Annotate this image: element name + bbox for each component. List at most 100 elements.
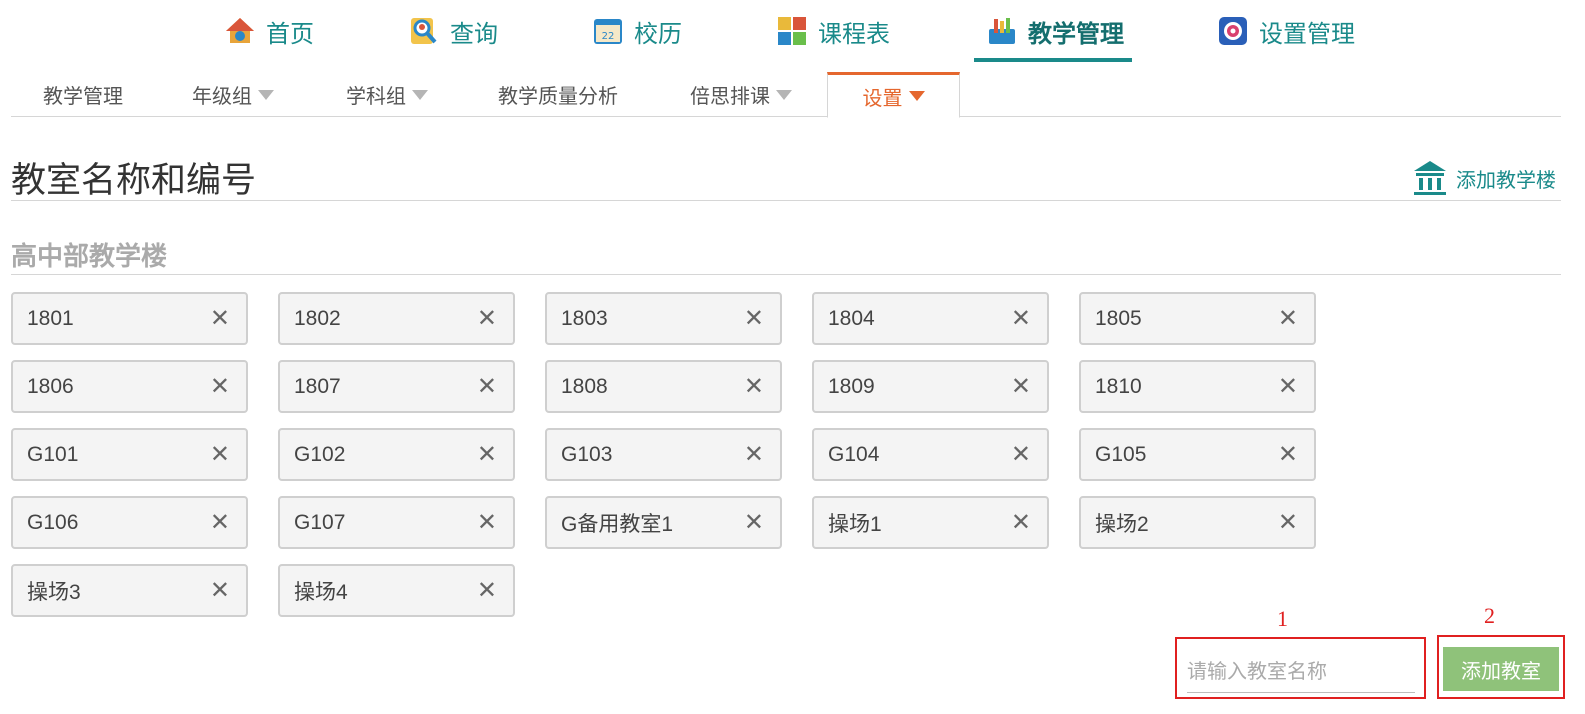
building-icon xyxy=(1414,161,1446,195)
page-title: 教室名称和编号 xyxy=(11,161,257,200)
room-name: G107 xyxy=(294,510,346,534)
add-building-button[interactable]: 添加教学楼 xyxy=(1412,158,1556,198)
dropdown-triangle-icon xyxy=(412,89,428,100)
room-tag[interactable]: 1808 ✕ xyxy=(545,360,782,413)
remove-room-close-icon[interactable]: ✕ xyxy=(477,510,497,535)
remove-room-close-icon[interactable]: ✕ xyxy=(477,306,497,331)
room-tag[interactable]: 操场2 ✕ xyxy=(1079,496,1316,549)
room-tag[interactable]: G103 ✕ xyxy=(545,428,782,481)
remove-room-close-icon[interactable]: ✕ xyxy=(210,578,230,603)
nav-item-home[interactable]: 首页 xyxy=(224,0,314,62)
room-tag[interactable]: 操场4 ✕ xyxy=(278,564,515,617)
room-tag[interactable]: 1803 ✕ xyxy=(545,292,782,345)
subtab-teaching-management[interactable]: 教学管理 xyxy=(11,72,155,117)
dropdown-triangle-icon xyxy=(258,89,274,100)
top-navigation: 首页 查询 22 校历 课程表 教学管理 设置管理 xyxy=(0,0,1585,62)
nav-item-settings[interactable]: 设置管理 xyxy=(1217,0,1355,62)
remove-room-close-icon[interactable]: ✕ xyxy=(744,374,764,399)
nav-item-teaching-management[interactable]: 教学管理 xyxy=(974,0,1132,62)
remove-room-close-icon[interactable]: ✕ xyxy=(744,442,764,467)
remove-room-close-icon[interactable]: ✕ xyxy=(1011,374,1031,399)
annotation-marker-2: 2 xyxy=(1484,603,1495,628)
room-tag[interactable]: G106 ✕ xyxy=(11,496,248,549)
room-name-input[interactable] xyxy=(1187,653,1415,693)
nav-item-calendar[interactable]: 22 校历 xyxy=(592,0,682,62)
subtab-label: 学科组 xyxy=(346,86,406,108)
nav-label-settings: 设置管理 xyxy=(1259,20,1355,48)
remove-room-close-icon[interactable]: ✕ xyxy=(1278,442,1298,467)
room-name: 1801 xyxy=(27,306,74,330)
room-name: 操场4 xyxy=(294,580,348,604)
remove-room-close-icon[interactable]: ✕ xyxy=(1011,442,1031,467)
room-tag[interactable]: 操场1 ✕ xyxy=(812,496,1049,549)
remove-room-close-icon[interactable]: ✕ xyxy=(210,510,230,535)
subtab-label: 教学质量分析 xyxy=(498,86,618,108)
room-tag[interactable]: G107 ✕ xyxy=(278,496,515,549)
room-tag[interactable]: G102 ✕ xyxy=(278,428,515,481)
sub-tabs: 教学管理 年级组 学科组 教学质量分析 倍思排课 设置 xyxy=(11,72,1561,118)
room-name: 1810 xyxy=(1095,374,1142,398)
room-name: 1806 xyxy=(27,374,74,398)
nav-label-teaching-management: 教学管理 xyxy=(1028,20,1124,48)
room-name: G备用教室1 xyxy=(561,512,674,536)
add-room-button[interactable]: 添加教室 xyxy=(1443,647,1559,691)
remove-room-close-icon[interactable]: ✕ xyxy=(744,510,764,535)
calendar-icon: 22 xyxy=(594,19,622,44)
room-tag[interactable]: 1805 ✕ xyxy=(1079,292,1316,345)
room-tag[interactable]: 1801 ✕ xyxy=(11,292,248,345)
room-tag[interactable]: 1806 ✕ xyxy=(11,360,248,413)
subtab-subject-group[interactable]: 学科组 xyxy=(327,72,447,117)
subtab-scheduling[interactable]: 倍思排课 xyxy=(671,72,811,117)
subtab-grade-group[interactable]: 年级组 xyxy=(173,72,293,117)
room-tag[interactable]: G备用教室1 ✕ xyxy=(545,496,782,549)
room-name: G104 xyxy=(828,442,880,466)
room-name: G106 xyxy=(27,510,79,534)
room-tag[interactable]: 1809 ✕ xyxy=(812,360,1049,413)
room-tag[interactable]: 1810 ✕ xyxy=(1079,360,1316,413)
remove-room-close-icon[interactable]: ✕ xyxy=(744,306,764,331)
nav-label-timetable: 课程表 xyxy=(818,20,890,48)
room-name: 1804 xyxy=(828,306,875,330)
building-section-title: 高中部教学楼 xyxy=(11,241,168,271)
svg-text:22: 22 xyxy=(602,31,615,42)
timetable-icon xyxy=(778,17,806,45)
room-tag[interactable]: G101 ✕ xyxy=(11,428,248,481)
subtab-label: 倍思排课 xyxy=(690,86,770,108)
add-room-button-highlight: 添加教室 xyxy=(1437,635,1565,699)
remove-room-close-icon[interactable]: ✕ xyxy=(210,374,230,399)
nav-label-home: 首页 xyxy=(266,20,314,48)
remove-room-close-icon[interactable]: ✕ xyxy=(477,374,497,399)
room-name: 操场1 xyxy=(828,512,882,536)
subtab-label: 教学管理 xyxy=(43,86,123,108)
subtab-label: 设置 xyxy=(862,87,903,110)
nav-item-query[interactable]: 查询 xyxy=(408,0,498,62)
remove-room-close-icon[interactable]: ✕ xyxy=(1011,510,1031,535)
teaching-management-icon xyxy=(989,18,1015,44)
nav-label-calendar: 校历 xyxy=(634,20,682,48)
remove-room-close-icon[interactable]: ✕ xyxy=(1011,306,1031,331)
room-tag[interactable]: 1804 ✕ xyxy=(812,292,1049,345)
subtab-settings[interactable]: 设置 xyxy=(827,72,960,118)
room-tag[interactable]: 1807 ✕ xyxy=(278,360,515,413)
remove-room-close-icon[interactable]: ✕ xyxy=(1278,510,1298,535)
remove-room-close-icon[interactable]: ✕ xyxy=(477,442,497,467)
settings-icon xyxy=(1219,17,1247,45)
subtab-quality-analysis[interactable]: 教学质量分析 xyxy=(483,72,633,117)
remove-room-close-icon[interactable]: ✕ xyxy=(1278,374,1298,399)
room-name: G102 xyxy=(294,442,346,466)
remove-room-close-icon[interactable]: ✕ xyxy=(210,442,230,467)
room-tag[interactable]: G104 ✕ xyxy=(812,428,1049,481)
remove-room-close-icon[interactable]: ✕ xyxy=(1278,306,1298,331)
home-icon xyxy=(226,18,254,43)
room-name: 1809 xyxy=(828,374,875,398)
nav-label-query: 查询 xyxy=(450,20,498,48)
room-tag[interactable]: G105 ✕ xyxy=(1079,428,1316,481)
remove-room-close-icon[interactable]: ✕ xyxy=(210,306,230,331)
nav-item-timetable[interactable]: 课程表 xyxy=(776,0,890,62)
room-tag[interactable]: 操场3 ✕ xyxy=(11,564,248,617)
search-person-icon xyxy=(411,18,437,44)
room-tag[interactable]: 1802 ✕ xyxy=(278,292,515,345)
room-name: G101 xyxy=(27,442,79,466)
room-name: 1807 xyxy=(294,374,341,398)
remove-room-close-icon[interactable]: ✕ xyxy=(477,578,497,603)
